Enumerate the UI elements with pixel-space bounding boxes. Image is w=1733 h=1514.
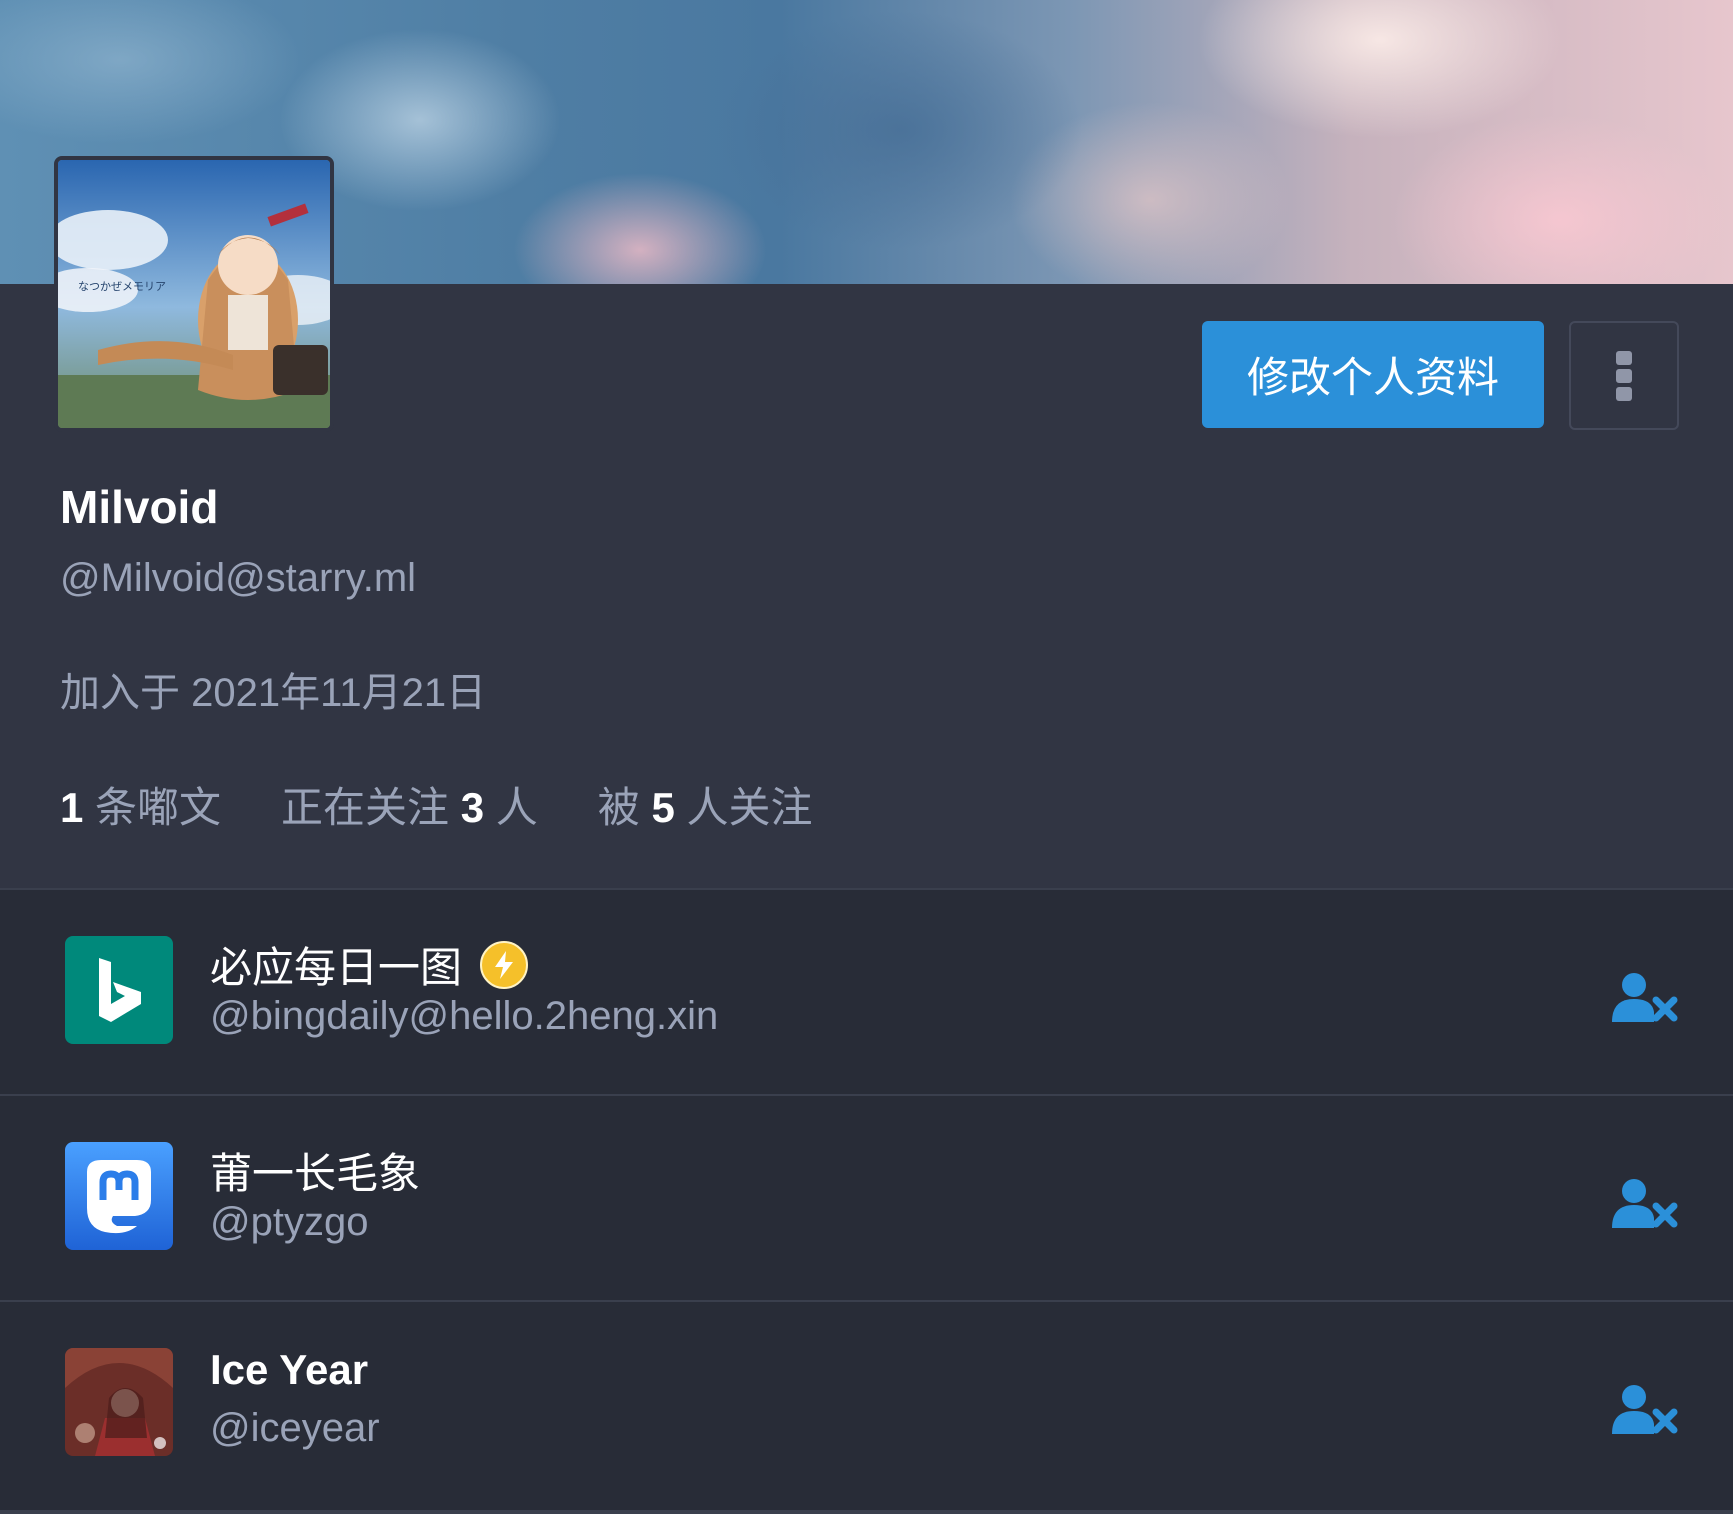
user-times-icon bbox=[1612, 973, 1678, 1022]
following-stat[interactable]: 正在关注 3 人 bbox=[281, 774, 538, 835]
followers-suffix: 人关注 bbox=[686, 784, 813, 831]
list-item[interactable]: Ice Year @iceyear bbox=[0, 1300, 1733, 1506]
display-name: Milvoid bbox=[60, 481, 219, 533]
following-count: 3 bbox=[460, 784, 485, 831]
row-avatar[interactable] bbox=[65, 936, 173, 1044]
posts-label: 条嘟文 bbox=[95, 784, 222, 831]
posts-count: 1 bbox=[60, 784, 84, 831]
row-account-handle: @ptyzgo bbox=[210, 1200, 369, 1244]
profile-avatar[interactable]: なつかぜメモリア bbox=[54, 156, 334, 432]
more-vertical-icon bbox=[1616, 347, 1632, 405]
row-account-handle: @bingdaily@hello.2heng.xin bbox=[210, 994, 719, 1038]
row-display-name: 必应每日一图 bbox=[210, 934, 529, 995]
row-name-text: 必应每日一图 bbox=[210, 944, 463, 991]
row-display-name: Ice Year bbox=[210, 1346, 368, 1394]
lightning-bot-icon bbox=[480, 940, 529, 989]
avatar-illustration: なつかぜメモリア bbox=[58, 160, 330, 428]
user-times-icon bbox=[1612, 1179, 1678, 1228]
profile-stats: 1 条嘟文 正在关注 3 人 被 5 人关注 bbox=[60, 774, 873, 835]
joined-date: 加入于 2021年11月21日 bbox=[60, 671, 487, 715]
account-handle: @Milvoid@starry.ml bbox=[60, 556, 417, 600]
more-options-button[interactable] bbox=[1569, 321, 1679, 430]
followers-stat[interactable]: 被 5 人关注 bbox=[598, 774, 813, 835]
following-prefix: 正在关注 bbox=[281, 784, 450, 831]
unfollow-button[interactable] bbox=[1612, 1178, 1678, 1230]
followers-prefix: 被 bbox=[597, 784, 640, 831]
row-avatar[interactable] bbox=[65, 1348, 173, 1456]
anime-avatar-icon bbox=[65, 1348, 173, 1456]
list-divider bbox=[0, 1510, 1733, 1514]
followers-count: 5 bbox=[651, 784, 675, 831]
edit-profile-button[interactable]: 修改个人资料 bbox=[1202, 321, 1544, 428]
row-name-text: Ice Year bbox=[210, 1346, 369, 1393]
row-display-name: 莆一长毛象 bbox=[210, 1140, 420, 1201]
mastodon-logo-icon bbox=[87, 1160, 151, 1234]
row-avatar[interactable] bbox=[65, 1142, 173, 1250]
user-times-icon bbox=[1612, 1385, 1678, 1434]
posts-stat[interactable]: 1 条嘟文 bbox=[60, 774, 221, 835]
following-suffix: 人 bbox=[495, 784, 538, 831]
bing-logo-icon bbox=[99, 958, 141, 1022]
row-name-text: 莆一长毛象 bbox=[210, 1150, 421, 1197]
unfollow-button[interactable] bbox=[1612, 972, 1678, 1024]
svg-text:なつかぜメモリア: なつかぜメモリア bbox=[78, 280, 166, 293]
list-item[interactable]: 必应每日一图 @bingdaily@hello.2heng.xin bbox=[0, 888, 1733, 1094]
list-item[interactable]: 莆一长毛象 @ptyzgo bbox=[0, 1094, 1733, 1300]
unfollow-button[interactable] bbox=[1612, 1384, 1678, 1436]
row-account-handle: @iceyear bbox=[210, 1406, 380, 1450]
